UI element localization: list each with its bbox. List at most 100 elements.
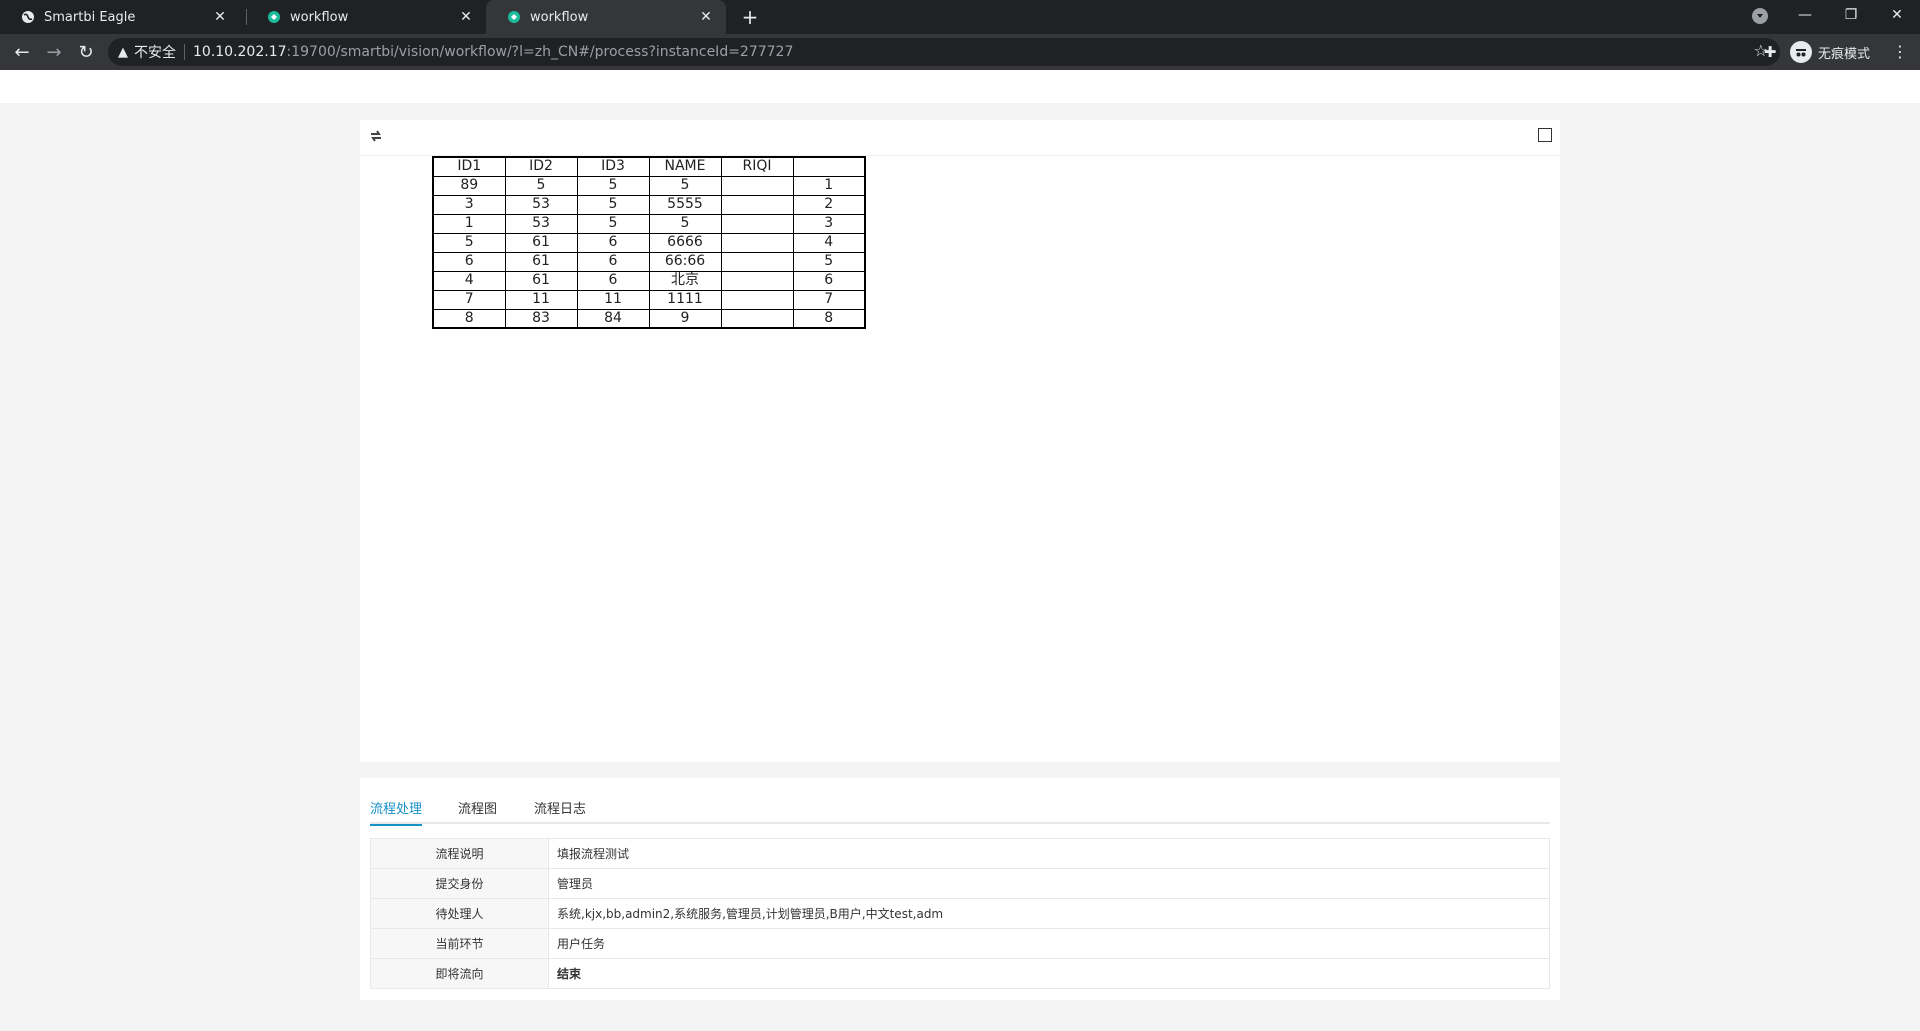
maximize-icon[interactable] [1538,128,1552,142]
table-cell: 8 [792,308,866,329]
table-row: 5 61 6 6666 4 [432,232,866,253]
chrome-globe-icon [20,9,36,25]
incognito-icon [1790,41,1812,63]
report-header-row: ID1 ID2 ID3 NAME RIQI [432,156,866,177]
column-header: ID2 [504,156,578,177]
info-value: 结束 [548,958,1550,989]
info-row: 待处理人 系统,kjx,bb,admin2,系统服务,管理员,计划管理员,B用户… [370,898,1550,929]
table-cell: 1 [792,175,866,196]
browser-tab-workflow-1[interactable]: workflow ✕ [246,0,486,34]
info-row: 流程说明 填报流程测试 [370,838,1550,869]
table-cell: 8 [432,308,506,329]
browser-tab-workflow-2[interactable]: workflow ✕ [486,0,726,34]
table-cell: 5 [504,175,578,196]
table-cell: 2 [792,194,866,215]
info-label: 提交身份 [370,868,549,899]
address-bar[interactable]: ▲ 不安全 10.10.202.17 :19700/smartbi/vision… [108,38,1780,66]
table-cell: 53 [504,194,578,215]
extensions-icon[interactable]: ✚ [1756,38,1784,66]
table-cell: 9 [648,308,722,329]
close-tab-icon[interactable]: ✕ [458,9,474,25]
info-row: 提交身份 管理员 [370,868,1550,899]
table-cell: 5 [648,213,722,234]
table-row: 89 5 5 5 1 [432,175,866,196]
table-row: 7 11 11 1111 7 [432,289,866,310]
table-cell [720,175,794,196]
info-label: 待处理人 [370,898,549,929]
table-cell: 6 [576,270,650,291]
table-cell: 6 [576,251,650,272]
info-value: 系统,kjx,bb,admin2,系统服务,管理员,计划管理员,B用户,中文te… [548,898,1550,929]
table-cell: 3 [792,213,866,234]
table-cell: 4 [432,270,506,291]
table-cell [720,251,794,272]
table-cell [720,213,794,234]
table-cell: 3 [432,194,506,215]
table-cell: 7 [792,289,866,310]
browser-tab-title: Smartbi Eagle [44,9,136,25]
security-label: 不安全 [134,45,176,61]
tab-process-diagram[interactable]: 流程图 [458,798,497,824]
table-cell: 5 [576,213,650,234]
process-tabs: 流程处理 流程图 流程日志 [370,788,1550,826]
column-header: ID3 [576,156,650,177]
table-cell: 11 [504,289,578,310]
table-cell: 北京 [648,270,722,291]
table-cell: 6666 [648,232,722,253]
table-cell: 53 [504,213,578,234]
column-header [792,156,866,177]
browser-tab-title: workflow [530,9,589,25]
browser-tab-smartbi[interactable]: Smartbi Eagle ✕ [0,0,240,34]
column-header: ID1 [432,156,506,177]
table-cell: 6 [576,232,650,253]
browser-menu-icon[interactable]: ⋮ [1888,38,1912,66]
close-tab-icon[interactable]: ✕ [698,9,714,25]
back-icon[interactable]: ← [8,38,36,66]
restore-icon[interactable]: ❐ [1828,0,1874,30]
table-cell: 61 [504,232,578,253]
info-label: 即将流向 [370,958,549,989]
table-row: 8 83 84 9 8 [432,308,866,329]
table-row: 6 61 6 66:66 5 [432,251,866,272]
incognito-indicator[interactable]: 无痕模式 [1790,39,1870,65]
table-cell: 5 [648,175,722,196]
refresh-icon[interactable] [368,128,384,144]
new-tab-button[interactable]: + [738,5,762,29]
table-row: 3 53 5 5555 2 [432,194,866,215]
table-cell [720,289,794,310]
info-label: 当前环节 [370,928,549,959]
tab-search-icon[interactable] [1752,8,1768,24]
table-cell: 6 [432,251,506,272]
table-cell: 83 [504,308,578,329]
info-value: 用户任务 [548,928,1550,959]
table-cell: 5 [576,175,650,196]
column-header: NAME [648,156,722,177]
info-label: 流程说明 [370,838,549,869]
table-cell: 11 [576,289,650,310]
table-cell [720,232,794,253]
minimize-icon[interactable]: — [1782,0,1828,30]
tab-process-log[interactable]: 流程日志 [534,798,586,824]
table-cell: 1 [432,213,506,234]
info-row: 当前环节 用户任务 [370,928,1550,959]
close-window-icon[interactable]: ✕ [1874,0,1920,30]
workflow-favicon-icon [506,9,522,25]
table-cell: 61 [504,270,578,291]
table-cell: 5 [792,251,866,272]
table-cell: 84 [576,308,650,329]
process-info-table: 流程说明 填报流程测试 提交身份 管理员 待处理人 系统,kjx,bb,admi… [370,838,1550,989]
table-cell [720,308,794,329]
tab-process-handling[interactable]: 流程处理 [370,798,423,826]
table-cell: 66:66 [648,251,722,272]
forward-icon[interactable]: → [40,38,68,66]
reload-icon[interactable]: ↻ [72,38,100,66]
url-path: :19700/smartbi/vision/workflow/?l=zh_CN#… [286,44,794,60]
process-panel: 流程处理 流程图 流程日志 流程说明 填报流程测试 提交身份 管理员 待处理人 … [360,778,1560,1000]
table-cell: 5 [576,194,650,215]
table-cell: 1111 [648,289,722,310]
table-row: 1 53 5 5 3 [432,213,866,234]
table-cell: 4 [792,232,866,253]
url-host: 10.10.202.17 [193,44,287,60]
close-tab-icon[interactable]: ✕ [212,9,228,25]
page-header-band [0,70,1920,103]
